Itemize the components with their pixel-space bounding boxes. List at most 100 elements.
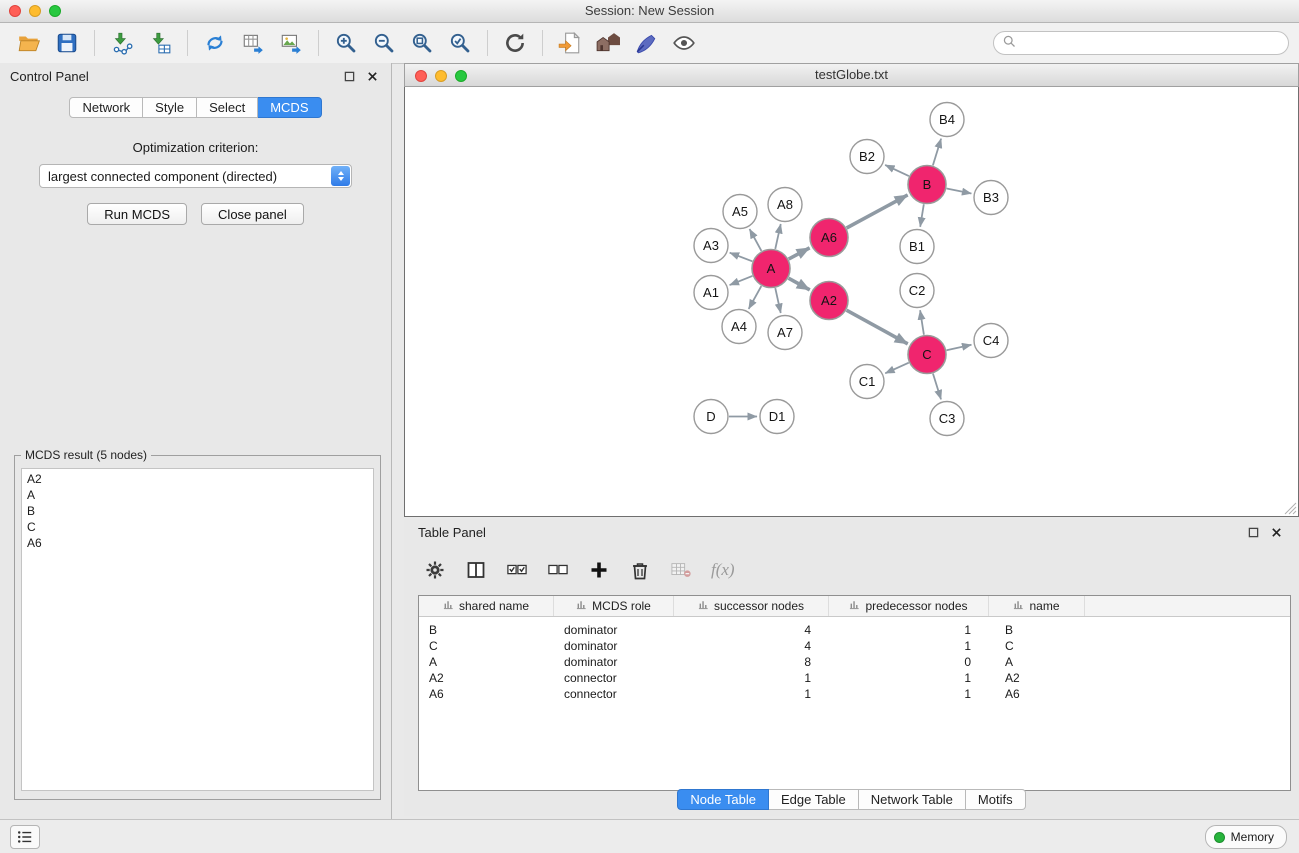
graph-edge-B-B2[interactable]	[885, 165, 909, 176]
graph-node-B1[interactable]: B1	[900, 230, 934, 264]
gear-icon[interactable]	[420, 555, 450, 585]
tab-mcds[interactable]: MCDS	[258, 97, 321, 118]
run-mcds-button[interactable]: Run MCDS	[87, 203, 187, 225]
graph-edge-A-A7[interactable]	[775, 288, 780, 313]
image-export-icon[interactable]	[272, 27, 310, 59]
graph-node-A5[interactable]: A5	[723, 195, 757, 229]
column-header-mcds-role[interactable]: MCDS role	[554, 596, 674, 616]
memory-button[interactable]: Memory	[1205, 825, 1287, 849]
graph-node-A4[interactable]: A4	[722, 310, 756, 344]
graph-node-A[interactable]: A	[752, 250, 790, 288]
refresh-icon[interactable]	[496, 27, 534, 59]
tab-style[interactable]: Style	[143, 97, 197, 118]
open-file-icon[interactable]	[10, 27, 48, 59]
graph-node-D[interactable]: D	[694, 400, 728, 434]
zoom-selected-icon[interactable]	[441, 27, 479, 59]
network-canvas[interactable]: B4 B2 B B3 A5 A8A6 B1 A3 A A1 C2 A2 A4 A7 C1 C C4 D D1 C3	[404, 87, 1299, 517]
graph-node-B3[interactable]: B3	[974, 181, 1008, 215]
annotate-icon[interactable]	[627, 27, 665, 59]
table-row[interactable]: Bdominator41B	[419, 622, 1290, 638]
float-panel-icon[interactable]	[340, 67, 358, 85]
column-header-successor-nodes[interactable]: successor nodes	[674, 596, 829, 616]
graph-edge-A2-C[interactable]	[847, 310, 908, 344]
tab-network[interactable]: Network	[69, 97, 143, 118]
tab-node-table[interactable]: Node Table	[677, 789, 769, 810]
graph-node-A7[interactable]: A7	[768, 316, 802, 350]
zoom-window-button[interactable]	[49, 5, 61, 17]
graph-node-A6[interactable]: A6	[810, 219, 848, 257]
graph-node-A3[interactable]: A3	[694, 229, 728, 263]
graph-edge-A6-B[interactable]	[847, 195, 908, 228]
graph-edge-C-C3[interactable]	[933, 374, 941, 400]
select-all-icon[interactable]	[502, 555, 532, 585]
criterion-select[interactable]: largest connected component (directed)	[39, 164, 352, 188]
network-close-button[interactable]	[415, 70, 427, 82]
graph-edge-C-C1[interactable]	[885, 363, 909, 374]
eye-icon[interactable]	[665, 27, 703, 59]
tab-edge-table[interactable]: Edge Table	[769, 789, 859, 810]
graph-edge-A-A2[interactable]	[789, 278, 810, 290]
graph-edge-A-A4[interactable]	[749, 286, 762, 309]
column-header-predecessor-nodes[interactable]: predecessor nodes	[829, 596, 989, 616]
float-table-panel-icon[interactable]	[1244, 523, 1262, 541]
graph-node-C4[interactable]: C4	[974, 324, 1008, 358]
graph-node-B4[interactable]: B4	[930, 103, 964, 137]
mcds-result-item[interactable]: B	[27, 503, 368, 519]
mcds-result-item[interactable]: C	[27, 519, 368, 535]
column-header-name[interactable]: name	[989, 596, 1085, 616]
table-export-icon[interactable]	[234, 27, 272, 59]
graph-node-D1[interactable]: D1	[760, 400, 794, 434]
zoom-fit-icon[interactable]	[403, 27, 441, 59]
table-row[interactable]: A6connector11A6	[419, 686, 1290, 702]
page-import-icon[interactable]	[551, 27, 589, 59]
graph-node-C3[interactable]: C3	[930, 402, 964, 436]
table-row[interactable]: Cdominator41C	[419, 638, 1290, 654]
table-row[interactable]: Adominator80A	[419, 654, 1290, 670]
network-graph[interactable]: B4 B2 B B3 A5 A8A6 B1 A3 A A1 C2 A2 A4 A7 C1 C C4 D D1 C3	[405, 87, 1298, 516]
column-header-shared-name[interactable]: shared name	[419, 596, 554, 616]
graph-node-A2[interactable]: A2	[810, 282, 848, 320]
task-list-button[interactable]	[10, 825, 40, 849]
table-row[interactable]: A2connector11A2	[419, 670, 1290, 686]
zoom-in-icon[interactable]	[327, 27, 365, 59]
graph-edge-C-C2[interactable]	[920, 310, 924, 334]
network-zoom-button[interactable]	[455, 70, 467, 82]
tab-network-table[interactable]: Network Table	[859, 789, 966, 810]
graph-node-C2[interactable]: C2	[900, 274, 934, 308]
graph-node-B[interactable]: B	[908, 166, 946, 204]
function-builder-button[interactable]: f(x)	[711, 560, 735, 580]
mcds-result-item[interactable]: A	[27, 487, 368, 503]
graph-edge-A-A6[interactable]	[789, 248, 810, 259]
graph-node-B2[interactable]: B2	[850, 140, 884, 174]
mcds-result-item[interactable]: A2	[27, 471, 368, 487]
graph-edge-B-B3[interactable]	[947, 188, 972, 193]
resize-grip-icon[interactable]	[1284, 502, 1297, 515]
network-share-icon[interactable]	[196, 27, 234, 59]
close-window-button[interactable]	[9, 5, 21, 17]
graph-edge-A-A1[interactable]	[730, 276, 753, 285]
graph-node-A1[interactable]: A1	[694, 276, 728, 310]
minimize-window-button[interactable]	[29, 5, 41, 17]
graph-edge-B-B4[interactable]	[933, 139, 941, 166]
add-icon[interactable]	[584, 555, 614, 585]
save-icon[interactable]	[48, 27, 86, 59]
mcds-result-list[interactable]: A2ABCA6	[21, 468, 374, 791]
tab-motifs[interactable]: Motifs	[966, 789, 1026, 810]
deselect-all-icon[interactable]	[543, 555, 573, 585]
graph-node-C1[interactable]: C1	[850, 365, 884, 399]
home-icon[interactable]	[589, 27, 627, 59]
graph-edge-A-A8[interactable]	[775, 224, 780, 249]
close-panel-button[interactable]: Close panel	[201, 203, 304, 225]
graph-node-A8[interactable]: A8	[768, 188, 802, 222]
graph-edge-A-A5[interactable]	[750, 229, 762, 251]
import-table-icon[interactable]	[141, 27, 179, 59]
graph-edge-C-C4[interactable]	[947, 345, 972, 350]
trash-icon[interactable]	[625, 555, 655, 585]
zoom-out-icon[interactable]	[365, 27, 403, 59]
graph-node-C[interactable]: C	[908, 336, 946, 374]
graph-edge-B-B1[interactable]	[920, 204, 924, 227]
tab-select[interactable]: Select	[197, 97, 258, 118]
close-table-panel-icon[interactable]	[1267, 523, 1285, 541]
network-minimize-button[interactable]	[435, 70, 447, 82]
delete-table-icon[interactable]	[666, 555, 696, 585]
